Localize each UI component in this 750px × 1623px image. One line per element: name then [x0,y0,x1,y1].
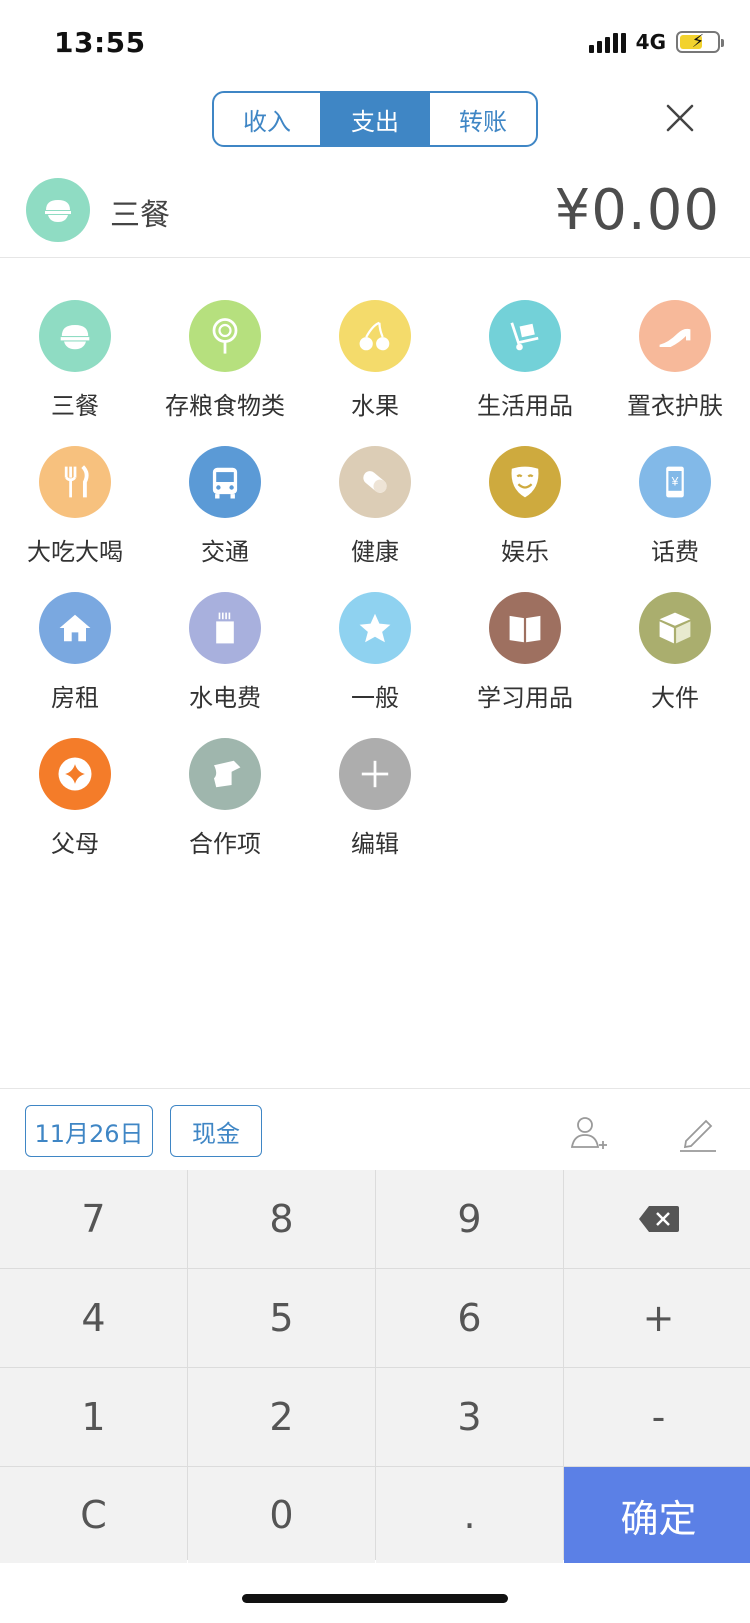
bus-icon [189,446,261,518]
category-daily-goods[interactable]: 生活用品 [450,300,600,421]
battery-icon: ⚡ [676,31,724,53]
backspace-icon [638,1206,679,1232]
category-phone-bill[interactable]: ¥ 话费 [600,446,750,567]
category-transport[interactable]: 交通 [150,446,300,567]
box-icon [639,592,711,664]
tab-expense[interactable]: 支出 [322,93,430,145]
meter-icon [189,592,261,664]
category-label: 房租 [51,684,99,712]
svg-text:¥: ¥ [671,474,679,488]
key-clear[interactable]: C [0,1467,187,1563]
close-icon[interactable] [662,100,698,136]
signal-icon [588,31,626,53]
category-label: 置衣护肤 [627,392,723,420]
category-label: 大件 [651,684,699,712]
star-icon [339,592,411,664]
category-label: 娱乐 [501,538,549,566]
category-health[interactable]: 健康 [300,446,450,567]
category-big-items[interactable]: 大件 [600,592,750,713]
category-partnership[interactable]: 合作项 [150,738,300,859]
house-icon [39,592,111,664]
note-edit-icon[interactable] [676,1111,720,1155]
add-member-icon[interactable] [566,1111,610,1155]
category-label: 一般 [351,684,399,712]
key-3[interactable]: 3 [376,1368,563,1466]
key-8[interactable]: 8 [188,1170,375,1268]
category-label: 学习用品 [477,684,573,712]
cherry-icon [339,300,411,372]
high-heel-icon [639,300,711,372]
category-label: 父母 [51,830,99,858]
category-entertainment[interactable]: 娱乐 [450,446,600,567]
category-meals[interactable]: 三餐 [0,300,150,421]
category-utilities[interactable]: 水电费 [150,592,300,713]
category-label: 健康 [351,538,399,566]
key-1[interactable]: 1 [0,1368,187,1466]
category-rent[interactable]: 房租 [0,592,150,713]
category-label: 存粮食物类 [165,392,285,420]
key-6[interactable]: 6 [376,1269,563,1367]
category-feast[interactable]: 大吃大喝 [0,446,150,567]
tab-transfer[interactable]: 转账 [430,93,536,145]
category-label: 生活用品 [477,392,573,420]
category-label: 水果 [351,392,399,420]
lollipop-icon [189,300,261,372]
amount-display: ¥0.00 [554,178,720,243]
type-segmented-control: 收入 支出 转账 [212,91,538,147]
category-label: 编辑 [351,830,399,858]
category-study-supplies[interactable]: 学习用品 [450,592,600,713]
status-time: 13:55 [54,26,146,59]
entry-toolbar: 11月26日 现金 [0,1088,750,1170]
mask-icon [489,446,561,518]
rice-bowl-icon [26,178,90,242]
key-5[interactable]: 5 [188,1269,375,1367]
date-button[interactable]: 11月26日 [25,1105,153,1157]
status-bar: 13:55 4G ⚡ [0,0,750,88]
selected-category-name: 三餐 [110,198,170,233]
coin-icon [39,738,111,810]
account-button[interactable]: 现金 [170,1105,262,1157]
key-decimal[interactable]: . [376,1467,563,1563]
selected-category-row: 三餐 ¥0.00 [0,170,750,258]
category-label: 合作项 [189,830,261,858]
confirm-button[interactable]: 确定 [564,1467,750,1563]
backspace-key[interactable] [564,1170,750,1268]
key-7[interactable]: 7 [0,1170,187,1268]
tab-income[interactable]: 收入 [214,93,322,145]
book-icon [489,592,561,664]
category-clothing-skincare[interactable]: 置衣护肤 [600,300,750,421]
category-label: 话费 [651,538,699,566]
key-2[interactable]: 2 [188,1368,375,1466]
fork-knife-icon [39,446,111,518]
plus-icon [339,738,411,810]
category-groceries[interactable]: 存粮食物类 [150,300,300,421]
category-label: 交通 [201,538,249,566]
phone-bill-icon: ¥ [639,446,711,518]
hand-truck-icon [489,300,561,372]
status-indicators: 4G ⚡ [588,30,724,54]
rice-bowl-icon [39,300,111,372]
numeric-keypad: 7 8 9 4 5 6 + 1 2 3 - C 0 . 确定 [0,1170,750,1563]
key-plus[interactable]: + [564,1269,750,1367]
network-type: 4G [635,30,666,54]
category-general[interactable]: 一般 [300,592,450,713]
charging-bolt-icon: ⚡ [691,31,705,52]
key-4[interactable]: 4 [0,1269,187,1367]
category-label: 水电费 [189,684,261,712]
home-indicator [242,1594,508,1603]
key-minus[interactable]: - [564,1368,750,1466]
category-label: 三餐 [51,392,99,420]
key-9[interactable]: 9 [376,1170,563,1268]
category-label: 大吃大喝 [27,538,123,566]
dog-icon [189,738,261,810]
key-0[interactable]: 0 [188,1467,375,1563]
category-parents[interactable]: 父母 [0,738,150,859]
category-edit[interactable]: 编辑 [300,738,450,859]
pill-icon [339,446,411,518]
category-fruit[interactable]: 水果 [300,300,450,421]
